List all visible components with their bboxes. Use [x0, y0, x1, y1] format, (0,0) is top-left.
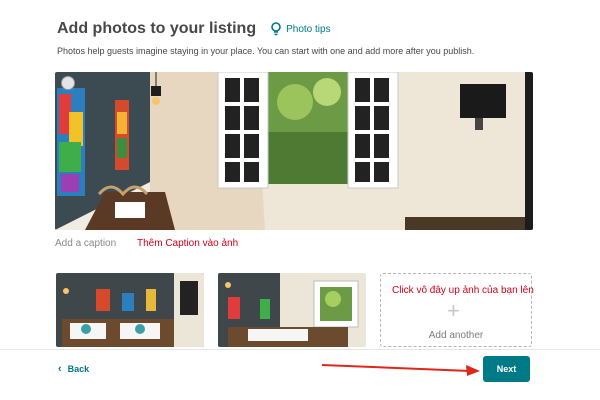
thumbnail-photo[interactable] [218, 273, 366, 347]
back-label: Back [67, 364, 90, 374]
annotation-arrow [321, 364, 480, 376]
page-subtitle: Photos help guests imagine staying in yo… [57, 46, 475, 56]
thumbnail-photo[interactable] [56, 273, 204, 347]
main-photo[interactable] [55, 72, 533, 230]
photo-badge[interactable] [61, 76, 75, 90]
upload-annotation: Click vô đây up ảnh của bạn lên [392, 285, 534, 296]
footer-divider [0, 349, 600, 350]
lightbulb-icon [271, 22, 281, 36]
back-button[interactable]: ‹ Back [58, 363, 89, 375]
photo-tips-label[interactable]: Photo tips [286, 24, 330, 35]
page-title: Add photos to your listing [57, 20, 257, 37]
chevron-left-icon: ‹ [58, 363, 62, 375]
photo-tips-link[interactable]: Photo tips [270, 22, 331, 36]
caption-annotation: Thêm Caption vào ảnh [137, 238, 239, 249]
add-another-label: Add another [428, 330, 484, 341]
caption-input[interactable] [55, 238, 135, 249]
caption-row: Thêm Caption vào ảnh [55, 238, 238, 249]
plus-icon: + [447, 298, 460, 323]
next-button[interactable]: Next [483, 356, 530, 382]
page-header: Add photos to your listing Photo tips [57, 20, 331, 38]
